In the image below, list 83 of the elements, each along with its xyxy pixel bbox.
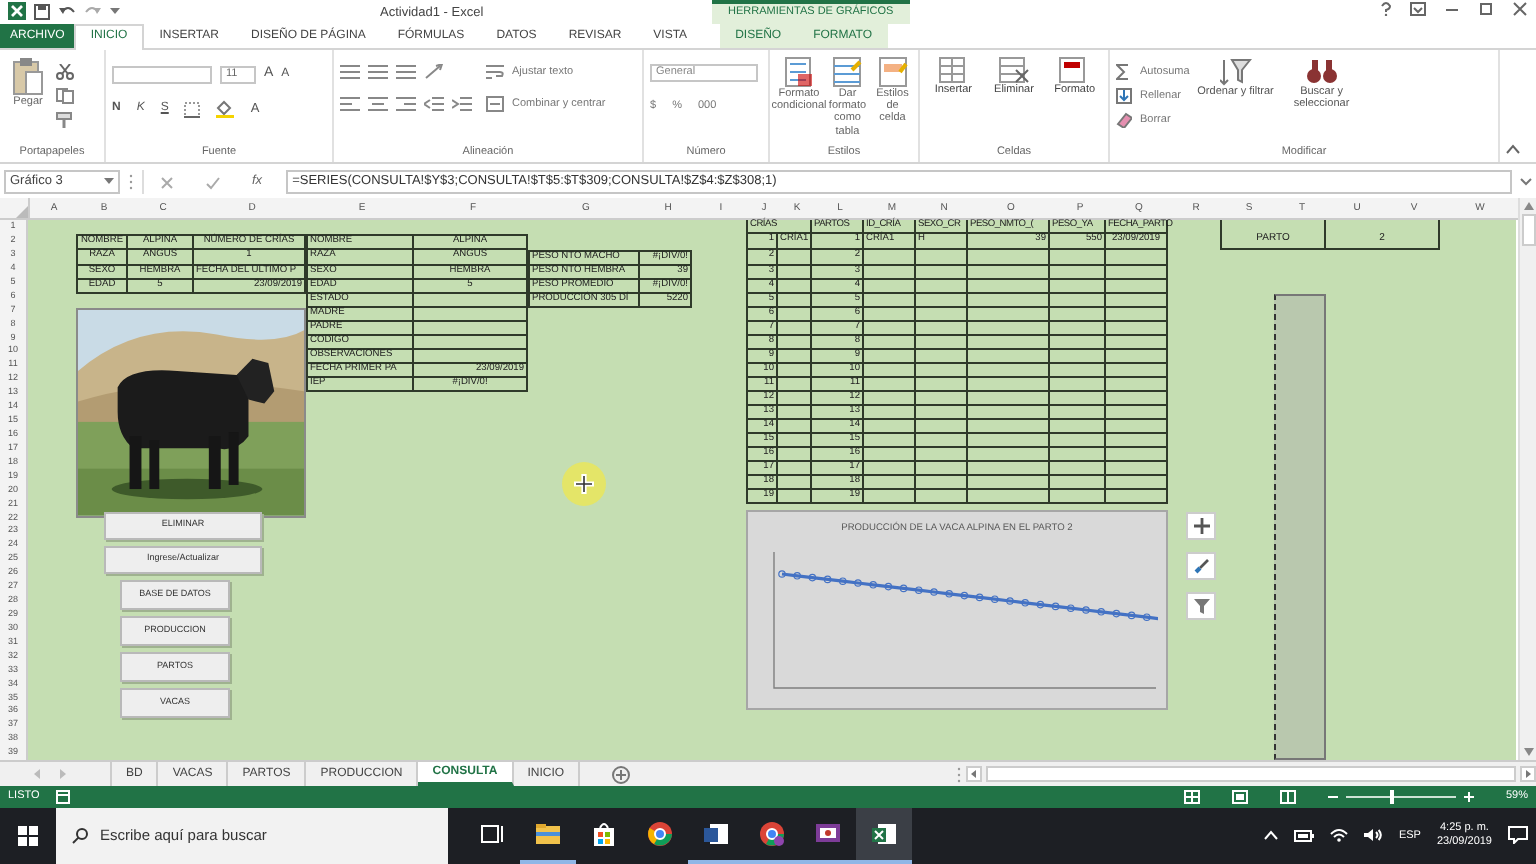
vertical-scrollbar[interactable] xyxy=(1518,198,1536,761)
borders-icon[interactable] xyxy=(184,101,201,118)
shopping-bag-icon xyxy=(592,821,616,846)
check-icon[interactable] xyxy=(206,175,220,190)
notification-icon[interactable] xyxy=(1508,826,1528,845)
brush-icon[interactable] xyxy=(56,111,74,128)
align-top-icon[interactable] xyxy=(340,63,360,80)
presentation-app-icon xyxy=(816,821,840,846)
increase-indent-icon[interactable] xyxy=(452,95,472,112)
wrap-text-icon xyxy=(486,63,504,80)
browser-icon xyxy=(648,821,672,846)
table-cell xyxy=(916,250,968,267)
help-icon[interactable] xyxy=(1380,2,1392,16)
plus-icon xyxy=(1193,518,1209,535)
align-middle-icon[interactable] xyxy=(368,63,388,80)
save-icon[interactable] xyxy=(34,3,50,20)
fill-down-icon xyxy=(1116,88,1132,105)
taskbar-button[interactable] xyxy=(856,807,912,864)
eraser-icon xyxy=(1116,112,1132,129)
wifi-icon[interactable] xyxy=(1330,828,1349,843)
add-sheet-icon[interactable] xyxy=(612,765,631,784)
decrease-indent-icon[interactable] xyxy=(424,95,444,112)
horizontal-scrollbar[interactable] xyxy=(986,766,1516,783)
align-bottom-icon[interactable] xyxy=(396,63,416,80)
fill-color-icon[interactable] xyxy=(216,100,235,119)
font-name-field[interactable] xyxy=(112,65,212,84)
align-right-icon[interactable] xyxy=(396,95,416,112)
document-app-icon xyxy=(704,821,728,846)
caret-icon xyxy=(104,178,114,187)
table-cell xyxy=(1050,250,1106,267)
page-break-icon[interactable] xyxy=(1279,790,1296,805)
insert-cells-icon xyxy=(937,55,970,84)
copy-icon[interactable] xyxy=(56,87,74,104)
chart-filters-button[interactable] xyxy=(1186,592,1216,621)
scissors-icon[interactable] xyxy=(56,63,74,80)
folder-icon xyxy=(536,821,560,846)
chevron-up-icon[interactable] xyxy=(1264,830,1279,841)
table-cell xyxy=(1106,250,1168,267)
merge-icon xyxy=(486,96,504,113)
sort-filter-icon xyxy=(1219,55,1252,86)
delete-cells-icon xyxy=(997,55,1030,84)
excel-icon xyxy=(8,2,26,21)
zoom-in-icon[interactable] xyxy=(1463,792,1474,803)
scroll-right-icon[interactable] xyxy=(1520,766,1536,783)
filter-icon xyxy=(1193,598,1209,615)
close-icon[interactable] xyxy=(1512,2,1528,16)
binoculars-icon xyxy=(1305,55,1338,86)
table-cell xyxy=(968,250,1050,267)
table-cell xyxy=(864,250,916,267)
normal-view-icon[interactable] xyxy=(1183,790,1200,805)
volume-icon[interactable] xyxy=(1364,828,1383,843)
orientation-icon[interactable] xyxy=(424,63,444,80)
caret-icon[interactable] xyxy=(110,7,120,16)
scroll-down-icon[interactable] xyxy=(1520,744,1536,761)
cell-styles-icon xyxy=(877,55,908,88)
scroll-left-icon[interactable] xyxy=(966,766,982,783)
ribbon-display-icon[interactable] xyxy=(1410,2,1426,16)
chart-styles-button[interactable] xyxy=(1186,552,1216,581)
collapse-ribbon-icon[interactable] xyxy=(1506,144,1520,155)
zoom-out-icon[interactable] xyxy=(1327,792,1338,803)
table-format-icon xyxy=(832,55,863,88)
maximize-icon[interactable] xyxy=(1478,2,1494,16)
macro-record-icon[interactable] xyxy=(55,790,70,805)
brush-icon xyxy=(1193,558,1209,575)
cursor-icon xyxy=(562,461,606,506)
clipboard-icon xyxy=(12,55,44,96)
browser-icon xyxy=(760,821,784,846)
expand-icon[interactable] xyxy=(1520,178,1532,187)
align-left-icon[interactable] xyxy=(340,95,360,112)
task-view-icon xyxy=(480,821,504,846)
battery-icon[interactable] xyxy=(1294,829,1315,842)
align-center-icon[interactable] xyxy=(368,95,388,112)
slicer-panel[interactable] xyxy=(1274,294,1326,761)
sum-icon xyxy=(1116,63,1132,80)
windows-icon[interactable] xyxy=(18,825,38,846)
page-layout-icon[interactable] xyxy=(1231,790,1248,805)
conditional-format-icon xyxy=(784,55,814,88)
scroll-thumb[interactable] xyxy=(1522,214,1536,247)
format-cells-icon xyxy=(1058,55,1091,84)
chart-elements-button[interactable] xyxy=(1186,512,1216,541)
table-cell xyxy=(778,250,812,267)
spreadsheet-app-icon xyxy=(872,821,896,846)
search-icon xyxy=(72,827,88,844)
